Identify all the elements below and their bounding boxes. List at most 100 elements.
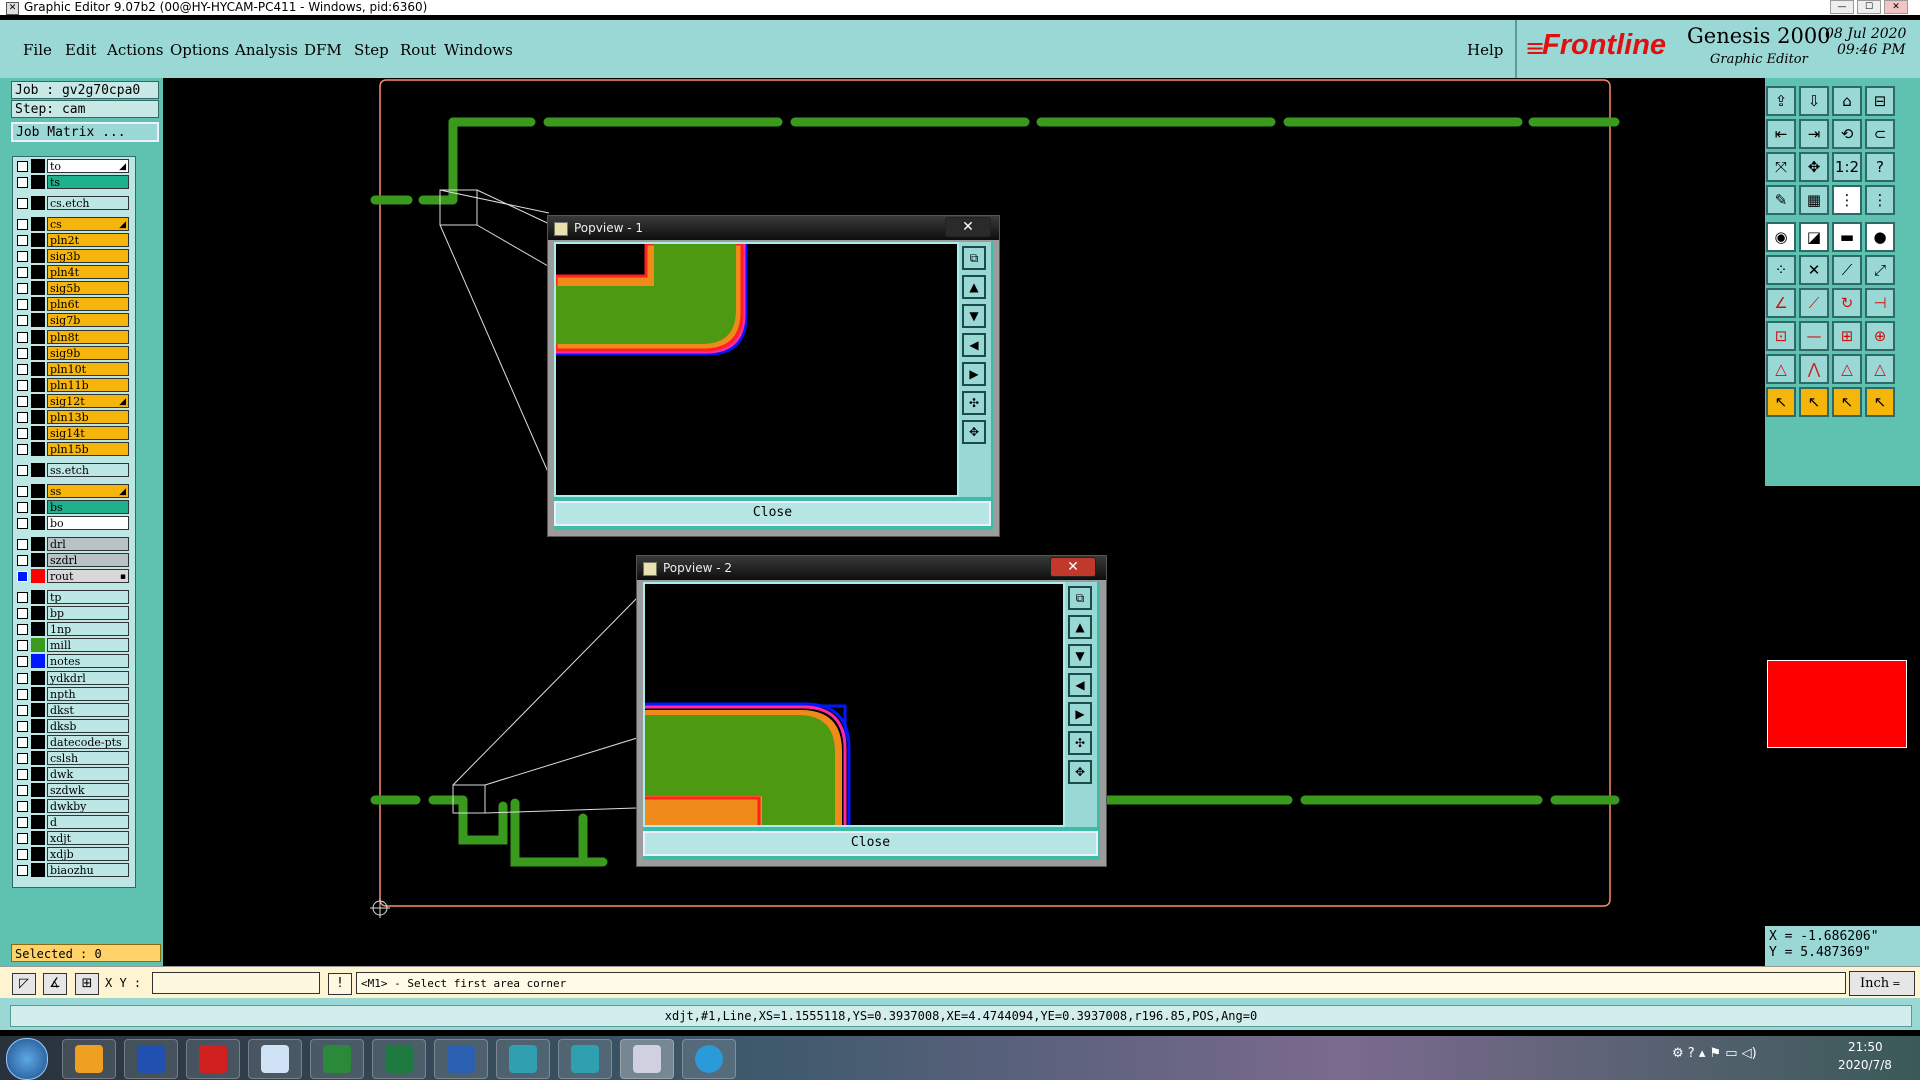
menu-step[interactable]: Step [354,41,389,59]
layer-row[interactable]: ss.etch [15,462,131,477]
layer-color-swatch[interactable] [31,553,45,568]
points-icon[interactable]: ⁘ [1766,255,1796,285]
exclamation-icon[interactable]: ! [328,973,352,995]
layer-name[interactable]: sig14t [47,425,129,440]
layer-name[interactable]: tp [47,590,129,605]
layer-row[interactable]: sig14t [15,425,131,440]
home-icon[interactable]: ⌂ [1832,86,1862,116]
layer-color-swatch[interactable] [31,377,45,392]
layer-color-swatch[interactable] [31,537,45,552]
taskbar-app-6[interactable] [372,1039,426,1079]
layer-row[interactable]: cs.etch [15,196,131,211]
layer-color-swatch[interactable] [31,734,45,749]
layer-checkbox[interactable] [17,299,28,311]
popview-1-titlebar[interactable]: Popview - 1 ✕ [548,216,999,240]
layer-row[interactable]: dwk [15,766,131,781]
layer-name[interactable]: xdjb [47,847,129,862]
layer-color-swatch[interactable] [31,516,45,531]
layer-name[interactable]: xdjt [47,831,129,845]
delete-icon[interactable]: ✕ [1799,255,1829,285]
popview-pan-down-icon[interactable]: ▼ [1068,644,1092,668]
layer-name[interactable]: sig3b [47,249,129,264]
layer-name[interactable]: pln6t [47,297,129,312]
units-selector[interactable]: Inch ═ [1849,971,1915,996]
tray-icons[interactable]: ⚙ ? ▴ ⚑ ▭ ◁) [1672,1046,1757,1061]
layer-row[interactable]: dksb [15,718,131,733]
layer-checkbox[interactable] [17,865,28,877]
layer-checkbox[interactable] [17,736,28,748]
popview-1-close-button[interactable]: Close [554,501,991,526]
layer-name[interactable]: pln10t [47,361,129,376]
layer-name[interactable]: bo [47,516,129,531]
menu-dfm[interactable]: DFM [304,41,342,59]
layer-checkbox[interactable] [17,720,28,732]
layer-row[interactable]: sig3b [15,249,131,264]
layer-color-swatch[interactable] [31,265,45,280]
popview-zoom-out-icon[interactable]: ✥ [1068,760,1092,784]
menu-actions[interactable]: Actions [107,41,163,59]
layer-name[interactable]: cslsh [47,750,129,765]
triangle-2-icon[interactable]: △ [1832,354,1862,384]
taskbar-app-2[interactable] [124,1039,178,1079]
resize-icon[interactable]: ⊞ [1832,321,1862,351]
layer-name[interactable]: ss.etch [47,462,129,477]
layer-checkbox[interactable] [17,688,28,700]
layer-name[interactable]: drl [47,537,129,552]
select-box-icon[interactable]: ⊡ [1766,321,1796,351]
layer-checkbox[interactable] [17,656,28,668]
peak-icon[interactable]: ⋀ [1799,354,1829,384]
menu-analysis[interactable]: Analysis [235,41,298,59]
layer-color-swatch[interactable] [31,606,45,621]
layer-name[interactable]: npth [47,686,129,701]
draw-line-icon[interactable]: ⟋ [1799,288,1829,318]
layer-row[interactable]: pln11b [15,377,131,392]
layer-row[interactable]: dkst [15,702,131,717]
layer-name[interactable]: biaozhu [47,863,129,878]
triangle-3-icon[interactable]: △ [1865,354,1895,384]
layer-name[interactable]: cs ◢ [47,217,129,232]
layer-checkbox[interactable] [17,219,28,231]
layer-checkbox[interactable] [17,592,28,604]
layer-row[interactable]: pln2t [15,233,131,248]
layer-checkbox[interactable] [17,464,28,476]
layer-color-swatch[interactable] [31,569,45,584]
layer-color-swatch[interactable] [31,500,45,514]
popview-1-screen[interactable] [554,242,959,497]
surface-icon[interactable]: ◪ [1799,222,1829,252]
undo-icon[interactable]: ⟲ [1832,119,1862,149]
layer-checkbox[interactable] [17,849,28,861]
layer-checkbox[interactable] [17,283,28,295]
layer-name[interactable]: rout ▪ [47,569,129,584]
pad-icon[interactable]: ◉ [1766,222,1796,252]
connect-icon[interactable]: ⟋ [1832,255,1862,285]
circle-icon[interactable]: ● [1865,222,1895,252]
maximize-button[interactable]: ☐ [1857,0,1881,14]
layer-name[interactable]: dksb [47,718,129,733]
taskbar-app-4[interactable] [248,1039,302,1079]
layer-row[interactable]: notes [15,654,131,669]
popview-pan-up-icon[interactable]: ▲ [962,275,986,299]
layer-row[interactable]: szdrl [15,553,131,568]
layer-row[interactable]: xdjt [15,831,131,845]
layer-checkbox[interactable] [17,177,28,189]
layer-name[interactable]: pln15b [47,441,129,456]
layer-color-swatch[interactable] [31,462,45,477]
layer-row[interactable]: d [15,814,131,829]
layer-checkbox[interactable] [17,672,28,684]
popview-2-screen[interactable] [643,582,1065,827]
layer-name[interactable]: bs [47,500,129,514]
pointer-2-icon[interactable]: ↖ [1799,387,1829,417]
layer-color-swatch[interactable] [31,831,45,845]
zoom-fit-icon[interactable]: ⤧ [1766,152,1796,182]
layer-name[interactable]: sig12t ◢ [47,393,129,408]
layer-name[interactable]: to ◢ [47,159,129,173]
layer-checkbox[interactable] [17,518,28,530]
popview-zoom-home-icon[interactable]: ⧉ [1068,586,1092,610]
layer-name[interactable]: dwk [47,766,129,781]
view-left-icon[interactable]: ⇤ [1766,119,1796,149]
layer-row[interactable]: pln10t [15,361,131,376]
layer-row[interactable]: datecode-pts [15,734,131,749]
taskbar-app-8[interactable] [496,1039,550,1079]
arc-icon[interactable]: ↻ [1832,288,1862,318]
stretch-icon[interactable]: ⤢ [1865,255,1895,285]
